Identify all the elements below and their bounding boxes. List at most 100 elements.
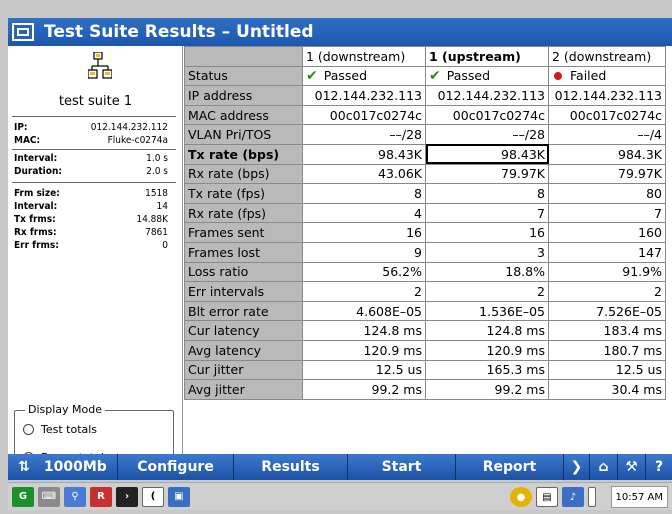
table-cell[interactable]: 80 xyxy=(548,183,666,204)
table-cell[interactable]: 9 xyxy=(302,241,426,263)
table-cell[interactable]: 30.4 ms xyxy=(548,379,666,400)
table-cell[interactable]: 18.8% xyxy=(425,261,549,283)
table-cell[interactable]: Failed xyxy=(548,65,666,87)
taskbar: G ⌨ ⚲ R › ( ▣ ● ▤ ♪ 10:57 AM xyxy=(8,482,672,510)
table-cell[interactable]: ✔ Passed xyxy=(425,65,549,87)
column-header[interactable]: 2 (downstream) xyxy=(548,46,666,67)
table-cell[interactable]: 99.2 ms xyxy=(302,379,426,400)
table-cell[interactable]: 3 xyxy=(425,241,549,263)
start-button[interactable]: Start xyxy=(348,454,456,480)
help-icon[interactable]: ? xyxy=(646,454,672,480)
table-cell[interactable]: 00c017c0274c xyxy=(425,104,549,126)
terminal-icon[interactable]: › xyxy=(116,486,138,507)
table-cell[interactable]: 7 xyxy=(548,202,666,224)
table-cell[interactable]: 00c017c0274c xyxy=(548,104,666,126)
table-cell[interactable]: 12.5 us xyxy=(548,359,666,381)
table-row: Avg latency 120.9 ms 120.9 ms 180.7 ms xyxy=(184,339,666,361)
table-cell[interactable]: 984.3K xyxy=(548,143,666,165)
table-row: Tx rate (fps) 8 8 80 xyxy=(184,183,666,204)
divider xyxy=(12,182,176,183)
tools-icon[interactable]: ⚒ xyxy=(618,454,646,480)
window-list-icon[interactable]: ▣ xyxy=(168,486,190,507)
home-icon[interactable]: ⌂ xyxy=(590,454,618,480)
keyboard-icon[interactable]: ⌨ xyxy=(38,486,60,507)
main-area: test suite 1 IP: 012.144.232.112 MAC: Fluk… xyxy=(8,46,672,478)
title-bar: Test Suite Results – Untitled xyxy=(8,18,672,46)
start-menu-icon[interactable]: G xyxy=(12,486,34,507)
test-suite-icon xyxy=(88,52,112,79)
table-corner xyxy=(184,46,303,67)
table-cell[interactable]: 4 xyxy=(302,202,426,224)
app-icon[interactable]: ( xyxy=(142,486,164,507)
table-cell[interactable]: 120.9 ms xyxy=(302,339,426,361)
table-cell[interactable]: 79.97K xyxy=(425,163,549,185)
back-icon[interactable]: ❯ xyxy=(564,454,590,480)
row-label: Avg jitter xyxy=(184,379,303,400)
row-label: Tx rate (bps) xyxy=(184,143,303,165)
report-button[interactable]: Report xyxy=(456,454,564,480)
table-row-status: Status ✔ Passed ✔ Passed Failed xyxy=(184,65,666,87)
table-cell[interactable]: 56.2% xyxy=(302,261,426,283)
table-cell[interactable]: 180.7 ms xyxy=(548,339,666,361)
results-button[interactable]: Results xyxy=(234,454,348,480)
row-label: Tx rate (fps) xyxy=(184,183,303,204)
table-row: VLAN Pri/TOS ––/28 ––/28 ––/4 xyxy=(184,124,666,145)
column-header[interactable]: 1 (upstream) xyxy=(425,46,549,67)
report-app-icon[interactable]: R xyxy=(90,486,112,507)
row-label: Cur latency xyxy=(184,320,303,341)
table-cell[interactable]: 124.8 ms xyxy=(302,320,426,341)
table-row: Frames lost 9 3 147 xyxy=(184,241,666,263)
table-cell[interactable]: 012.144.232.113 xyxy=(302,85,426,106)
table-cell[interactable]: ––/4 xyxy=(548,124,666,145)
table-cell[interactable]: 165.3 ms xyxy=(425,359,549,381)
table-cell[interactable]: 98.43K xyxy=(302,143,426,165)
table-cell[interactable]: 183.4 ms xyxy=(548,320,666,341)
check-icon: ✔ xyxy=(429,67,441,84)
table-cell[interactable]: 00c017c0274c xyxy=(302,104,426,126)
table-cell[interactable]: 147 xyxy=(548,241,666,263)
table-row: Loss ratio 56.2% 18.8% 91.9% xyxy=(184,261,666,283)
table-cell[interactable]: 2 xyxy=(425,281,549,302)
table-cell[interactable]: ✔ Passed xyxy=(302,65,426,87)
table-cell[interactable]: 8 xyxy=(302,183,426,204)
table-cell[interactable]: 16 xyxy=(425,222,549,243)
table-cell[interactable]: 43.06K xyxy=(302,163,426,185)
table-cell[interactable]: 012.144.232.113 xyxy=(425,85,549,106)
window-title: Test Suite Results – Untitled xyxy=(44,22,314,42)
table-cell[interactable]: 8 xyxy=(425,183,549,204)
table-cell[interactable]: 91.9% xyxy=(548,261,666,283)
results-table-container: 1 (downstream) 1 (upstream) 2 (downstrea… xyxy=(184,46,672,464)
table-cell[interactable]: 160 xyxy=(548,222,666,243)
search-icon[interactable]: ⚲ xyxy=(64,486,86,507)
clipboard-icon[interactable]: ▤ xyxy=(536,487,558,507)
speed-button[interactable]: ⇅ 1000Mb xyxy=(8,454,118,480)
table-cell[interactable]: 012.144.232.113 xyxy=(548,85,666,106)
info-tx-frames: Tx frms: 14.88K xyxy=(14,214,168,225)
table-cell[interactable]: 99.2 ms xyxy=(425,379,549,400)
row-label: Cur jitter xyxy=(184,359,303,381)
table-cell[interactable]: 2 xyxy=(302,281,426,302)
configure-button[interactable]: Configure xyxy=(118,454,234,480)
table-cell[interactable]: ––/28 xyxy=(425,124,549,145)
table-cell[interactable]: 12.5 us xyxy=(302,359,426,381)
table-cell[interactable]: 2 xyxy=(548,281,666,302)
table-cell[interactable]: 4.608E–05 xyxy=(302,300,426,322)
table-cell[interactable]: 16 xyxy=(302,222,426,243)
table-cell[interactable]: 98.43K xyxy=(425,143,549,165)
network-icon[interactable]: ● xyxy=(510,487,532,507)
table-cell[interactable]: 120.9 ms xyxy=(425,339,549,361)
table-cell[interactable]: ––/28 xyxy=(302,124,426,145)
column-header[interactable]: 1 (downstream) xyxy=(302,46,426,67)
table-cell[interactable]: 79.97K xyxy=(548,163,666,185)
table-cell[interactable]: 1.536E–05 xyxy=(425,300,549,322)
table-cell[interactable]: 7 xyxy=(425,202,549,224)
window-icon xyxy=(12,23,34,41)
volume-icon[interactable]: ♪ xyxy=(562,487,584,507)
row-label: Frames sent xyxy=(184,222,303,243)
table-cell[interactable]: 7.526E–05 xyxy=(548,300,666,322)
radio-test-totals[interactable]: Test totals xyxy=(23,423,97,436)
table-row: Err intervals 2 2 2 xyxy=(184,281,666,302)
table-cell[interactable]: 124.8 ms xyxy=(425,320,549,341)
results-table: 1 (downstream) 1 (upstream) 2 (downstrea… xyxy=(184,46,666,400)
radio-button[interactable] xyxy=(23,424,34,435)
